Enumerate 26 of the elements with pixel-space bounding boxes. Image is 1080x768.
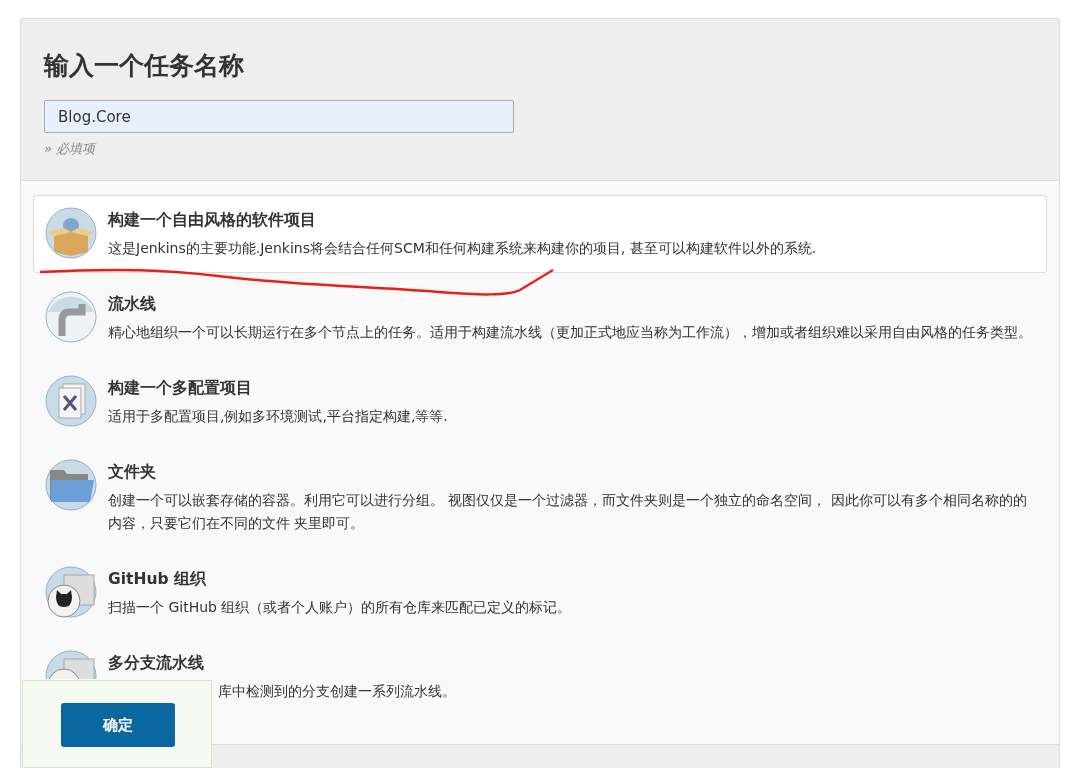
option-description: 扫描一个 GitHub 组织（或者个人账户）的所有仓库来匹配已定义的标记。 [108, 598, 572, 617]
job-type-option[interactable]: 文件夹 创建一个可以嵌套存储的容器。利用它可以进行分组。 视图仅仅是一个过滤器，而文件夹则是一个独立的命名空间， 因此你可以有多个相同名称的的内容，只要它们在不同的文件 夹里即可。 [33, 447, 1047, 548]
option-title: 多分支流水线 [108, 653, 204, 674]
folder-icon [44, 458, 98, 512]
box-icon [44, 206, 98, 260]
option-title: 文件夹 [108, 462, 156, 483]
pipe-icon [44, 290, 98, 344]
job-type-option[interactable]: GitHub 组织 扫描一个 GitHub 组织（或者个人账户）的所有仓库来匹配已定义的标记。 [33, 554, 1047, 632]
option-description: 适用于多配置项目,例如多环境测试,平台指定构建,等等. [108, 407, 448, 426]
required-hint: » 必填项 [44, 140, 98, 158]
option-description: 库中检测到的分支创建一系列流水线。 [217, 682, 456, 701]
job-type-option[interactable]: 构建一个自由风格的软件项目 这是Jenkins的主要功能.Jenkins将会结合任何SCM和任何构建系统来构建你的项目, 甚至可以构建软件以外的系统. [33, 195, 1047, 273]
option-description: 精心地组织一个可以长期运行在多个节点上的任务。适用于构建流水线（更加正式地应当称为工作流），增加或者组织难以采用自由风格的任务类型。 [108, 323, 1032, 342]
option-title: 构建一个多配置项目 [108, 378, 252, 399]
name-input-field[interactable]: Blog.Core [44, 100, 514, 133]
page-title: 输入一个任务名称 [44, 50, 245, 82]
documents-icon [44, 374, 98, 428]
ok-button[interactable]: 确定 [61, 703, 175, 747]
option-title: GitHub 组织 [108, 569, 206, 590]
option-description: 创建一个可以嵌套存储的容器。利用它可以进行分组。 视图仅仅是一个过滤器，而文件夹则是一个独立的命名空间， 因此你可以有多个相同名称的的内容，只要它们在不同的文件 夹里即可。 [108, 491, 1028, 533]
option-title: 构建一个自由风格的软件项目 [108, 210, 316, 231]
job-type-option[interactable]: 流水线 精心地组织一个可以长期运行在多个节点上的任务。适用于构建流水线（更加正式地应当称为工作流），增加或者组织难以采用自由风格的任务类型。 [33, 279, 1047, 357]
job-type-option[interactable]: 构建一个多配置项目 适用于多配置项目,例如多环境测试,平台指定构建,等等. [33, 363, 1047, 441]
option-title: 流水线 [108, 294, 156, 315]
github-folder-icon [44, 565, 98, 619]
option-description: 这是Jenkins的主要功能.Jenkins将会结合任何SCM和任何构建系统来构建你的项目, 甚至可以构建软件以外的系统. [108, 239, 817, 258]
